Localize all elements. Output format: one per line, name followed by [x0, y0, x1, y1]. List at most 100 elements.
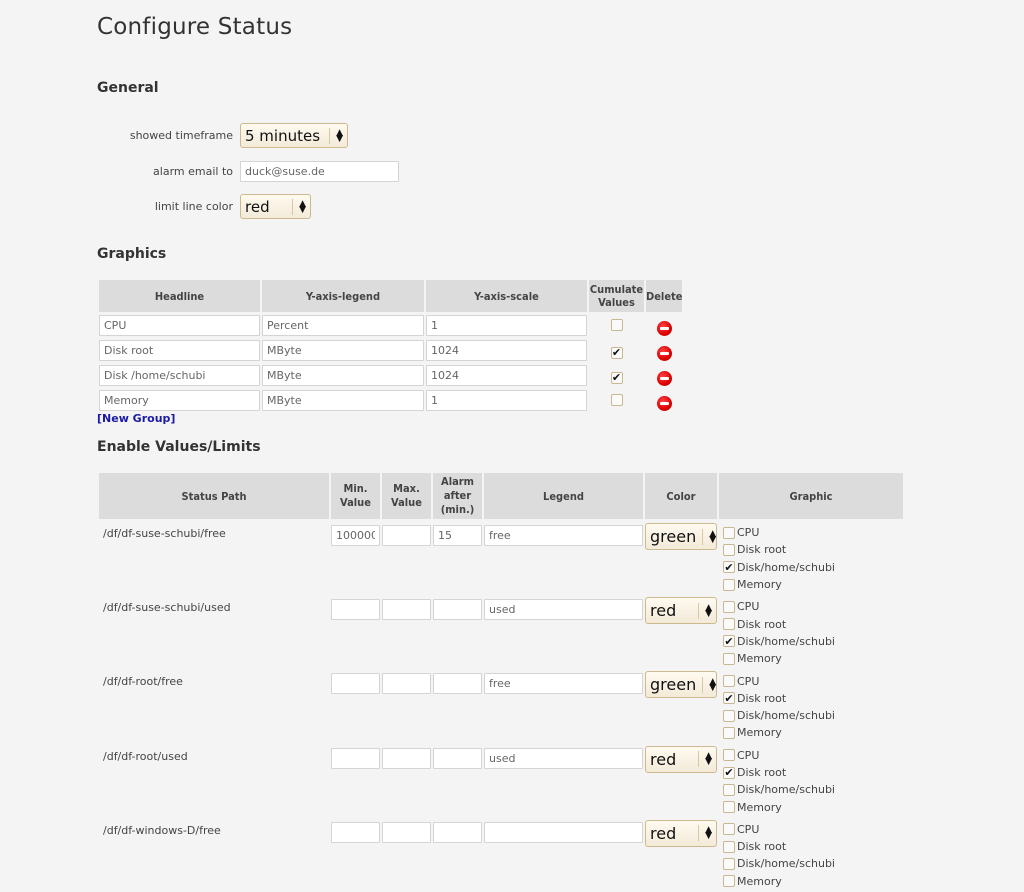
graphic-option[interactable]: CPU — [723, 747, 903, 764]
max-input[interactable] — [382, 599, 431, 621]
graphic-option[interactable]: CPU — [723, 524, 903, 541]
graphic-option[interactable]: ✔ Disk root — [723, 690, 903, 707]
graphics-headline-input[interactable] — [99, 390, 260, 411]
graphic-checkbox[interactable]: ✔ — [723, 635, 735, 648]
graphics-scale-input[interactable] — [426, 365, 587, 386]
timeframe-row: showed timeframe 5 minutes ▲ ▼ — [90, 123, 348, 148]
graphic-option[interactable]: Disk/home/schubi — [723, 855, 903, 872]
legend-input[interactable] — [484, 747, 643, 769]
color-select[interactable]: green ▲ ▼ — [645, 671, 717, 699]
delete-icon[interactable] — [656, 321, 672, 336]
status-path: /df/df-suse-schubi/free — [103, 527, 226, 540]
cumulate-checkbox[interactable] — [610, 394, 623, 406]
values-row: /df/df-windows-D/free red ▲ ▼ CPU Disk root Di… — [99, 818, 903, 890]
color-select[interactable]: green ▲ ▼ — [645, 523, 717, 550]
delete-icon[interactable] — [656, 371, 672, 386]
status-path: /df/df-root/free — [103, 675, 183, 689]
graphic-checkbox[interactable] — [723, 578, 735, 591]
max-input[interactable] — [382, 821, 431, 843]
graphic-option-label: Disk/home/schubi — [737, 560, 835, 574]
graphic-checkbox[interactable] — [723, 749, 735, 762]
new-group-link[interactable]: [New Group] — [97, 412, 175, 425]
graphics-legend-input[interactable] — [262, 365, 424, 386]
graphic-checkbox[interactable]: ✔ — [723, 692, 735, 705]
graphic-option[interactable]: ✔ Disk/home/schubi — [723, 559, 903, 576]
cumulate-checkbox[interactable]: ✔ — [610, 346, 623, 359]
graphics-row: ✔ — [99, 339, 682, 362]
graphic-option[interactable]: ✔ Disk/home/schubi — [723, 633, 903, 650]
color-select[interactable]: red ▲ ▼ — [645, 819, 717, 847]
graphic-checkbox[interactable] — [723, 675, 735, 688]
cumulate-checkbox[interactable] — [610, 319, 623, 331]
graphic-checkbox[interactable] — [723, 726, 735, 739]
graphic-option[interactable]: CPU — [723, 598, 903, 615]
min-input[interactable] — [331, 599, 380, 621]
alarm-input[interactable] — [433, 525, 482, 546]
alarm-input[interactable] — [433, 747, 482, 769]
legend-input[interactable] — [484, 525, 643, 546]
min-input[interactable] — [331, 821, 380, 843]
col-cumulate-values: Cumulate Values — [589, 280, 644, 312]
graphics-scale-input[interactable] — [426, 340, 587, 361]
graphic-option-label: CPU — [737, 600, 760, 614]
alarm-input[interactable] — [433, 821, 482, 843]
graphic-option[interactable]: Memory — [723, 576, 903, 593]
graphic-checkbox[interactable] — [723, 709, 735, 722]
delete-icon[interactable] — [656, 396, 672, 411]
select-arrows-icon: ▲ ▼ — [299, 198, 306, 215]
graphic-option[interactable]: Memory — [723, 724, 903, 741]
color-select[interactable]: red ▲ ▼ — [645, 597, 717, 625]
min-input[interactable] — [331, 525, 380, 546]
legend-input[interactable] — [484, 673, 643, 695]
cumulate-checkbox[interactable]: ✔ — [610, 371, 623, 384]
graphic-checkbox[interactable]: ✔ — [723, 561, 735, 574]
graphic-option[interactable]: Disk root — [723, 838, 903, 855]
legend-input[interactable] — [484, 821, 643, 843]
max-input[interactable] — [382, 673, 431, 695]
graphic-option[interactable]: Disk/home/schubi — [723, 707, 903, 724]
graphics-scale-input[interactable] — [426, 315, 587, 336]
graphic-checkbox[interactable] — [723, 840, 735, 853]
email-input[interactable] — [240, 161, 399, 182]
min-input[interactable] — [331, 673, 380, 695]
graphic-checkbox[interactable] — [723, 526, 735, 539]
graphics-legend-input[interactable] — [262, 340, 424, 361]
graphic-option[interactable]: Disk root — [723, 541, 903, 558]
graphic-checkbox[interactable] — [723, 543, 735, 556]
graphic-option-label: Disk/home/schubi — [737, 634, 835, 648]
limit-color-select[interactable]: red ▲ ▼ — [240, 194, 311, 219]
max-input[interactable] — [382, 525, 431, 546]
alarm-input[interactable] — [433, 599, 482, 621]
timeframe-select[interactable]: 5 minutes ▲ ▼ — [240, 123, 348, 148]
graphic-checkbox[interactable] — [723, 823, 735, 836]
graphic-option[interactable]: Memory — [723, 798, 903, 815]
graphics-headline-input[interactable] — [99, 340, 260, 361]
graphic-option[interactable]: Memory — [723, 650, 903, 667]
graphic-checkbox[interactable] — [723, 875, 735, 888]
graphic-checkbox[interactable] — [723, 652, 735, 665]
graphics-legend-input[interactable] — [262, 315, 424, 336]
graphic-checkbox[interactable] — [723, 801, 735, 814]
graphic-checkbox[interactable] — [723, 618, 735, 631]
color-select[interactable]: red ▲ ▼ — [645, 745, 717, 773]
graphic-option[interactable]: CPU — [723, 672, 903, 689]
graphic-checkbox[interactable] — [723, 783, 735, 796]
graphic-option[interactable]: Disk root — [723, 615, 903, 632]
legend-input[interactable] — [484, 599, 643, 621]
max-input[interactable] — [382, 747, 431, 769]
graphics-headline-input[interactable] — [99, 315, 260, 336]
graphic-option[interactable]: CPU — [723, 821, 903, 838]
graphic-checkbox[interactable] — [723, 857, 735, 870]
min-input[interactable] — [331, 747, 380, 769]
graphic-option[interactable]: Disk/home/schubi — [723, 781, 903, 798]
col-color: Color — [645, 473, 717, 519]
graphic-checkbox[interactable]: ✔ — [723, 766, 735, 779]
graphics-headline-input[interactable] — [99, 365, 260, 386]
graphic-checkbox[interactable] — [723, 600, 735, 613]
graphic-option[interactable]: ✔ Disk root — [723, 764, 903, 781]
alarm-input[interactable] — [433, 673, 482, 695]
graphics-legend-input[interactable] — [262, 390, 424, 411]
graphics-scale-input[interactable] — [426, 390, 587, 411]
delete-icon[interactable] — [656, 346, 672, 361]
graphic-option[interactable]: Memory — [723, 873, 903, 890]
